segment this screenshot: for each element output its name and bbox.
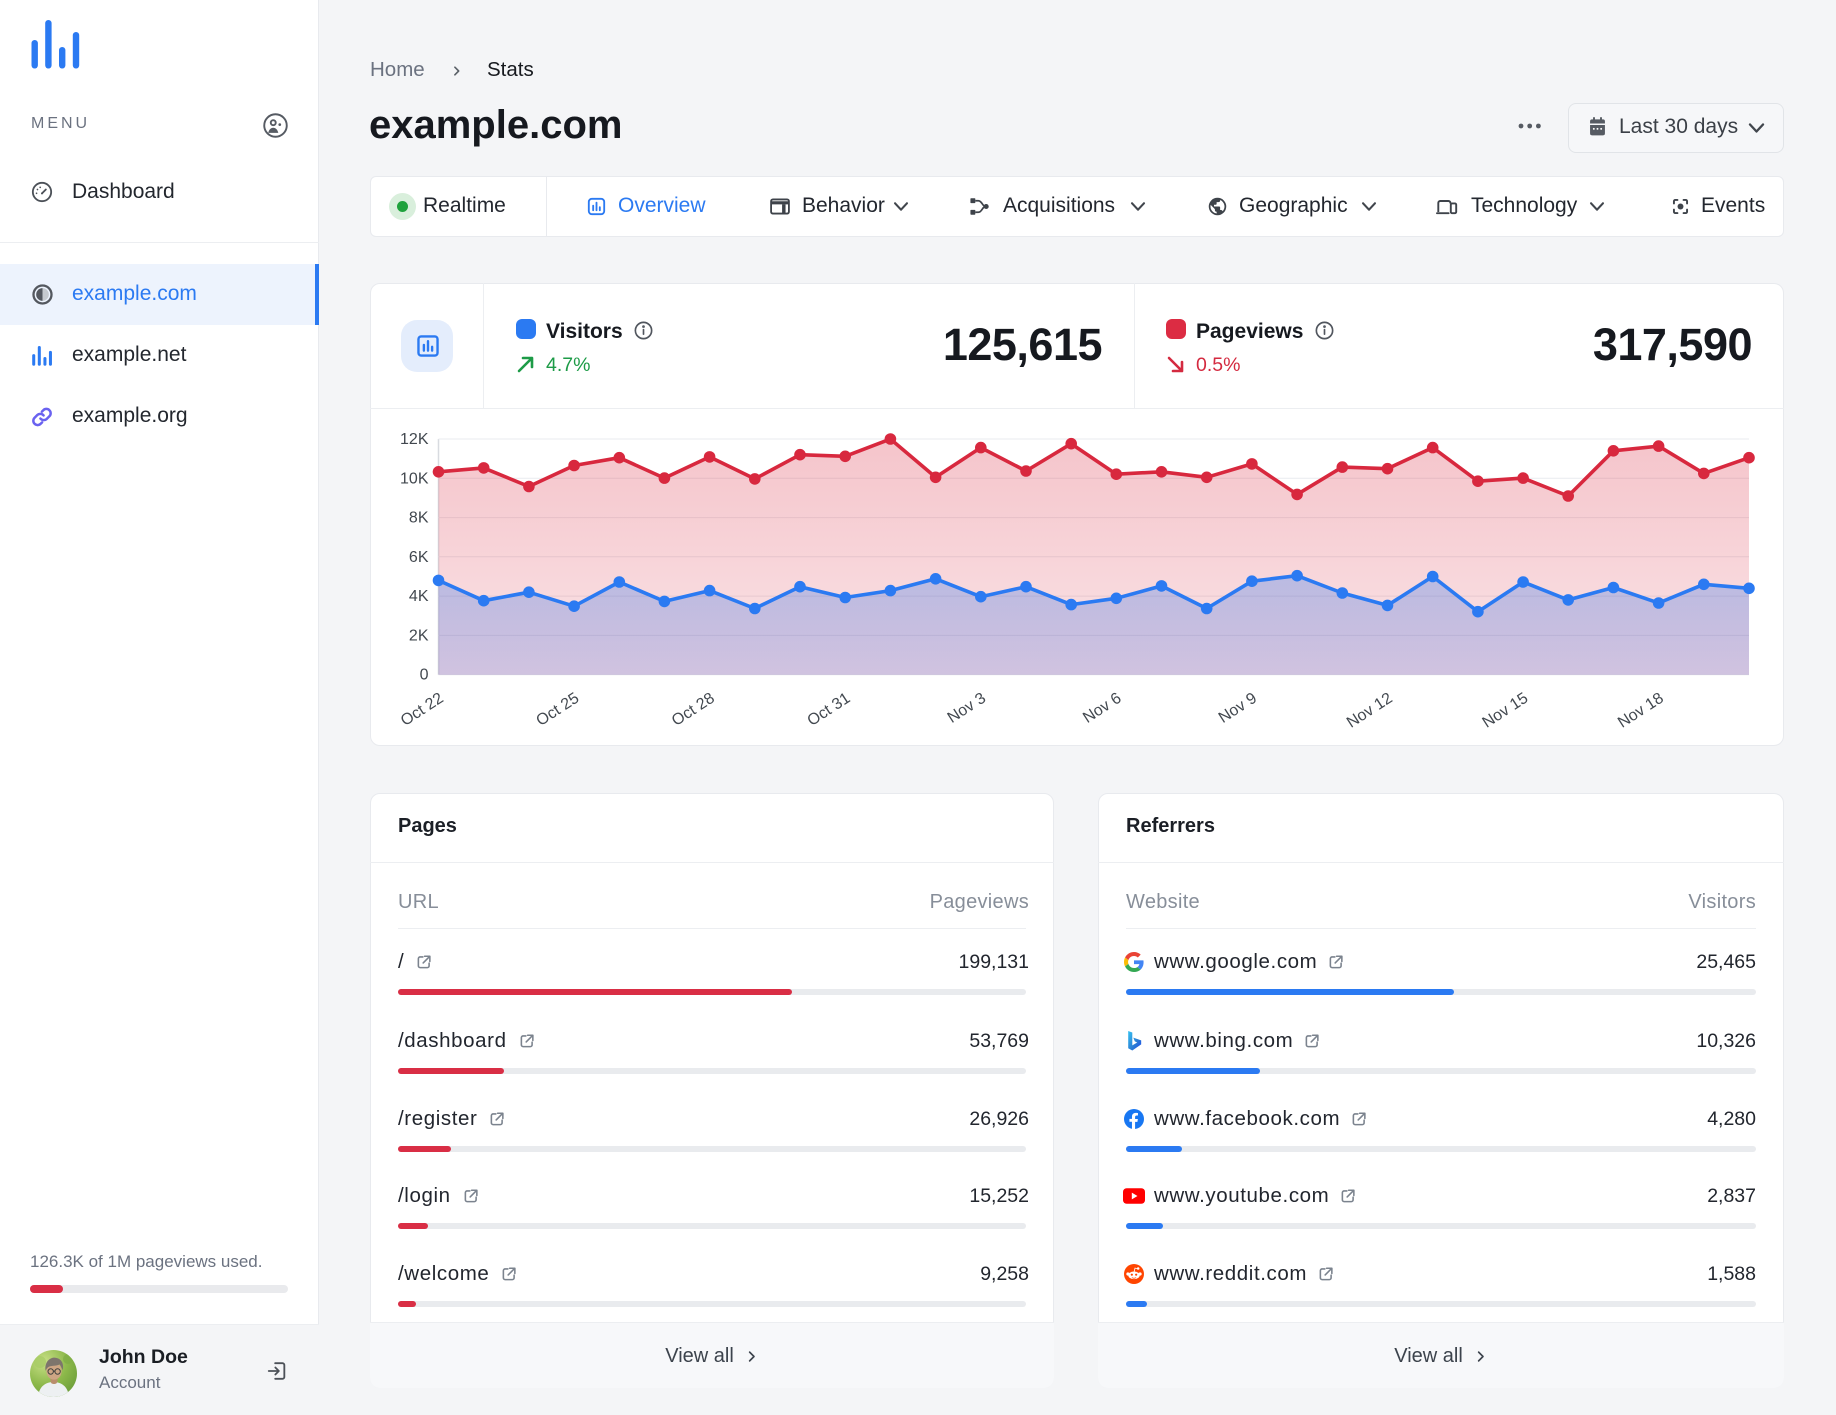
svg-text:Oct 25: Oct 25 — [533, 690, 582, 730]
svg-text:Nov 3: Nov 3 — [945, 690, 989, 727]
svg-text:Nov 9: Nov 9 — [1216, 690, 1260, 727]
svg-text:6K: 6K — [409, 549, 429, 566]
svg-text:Nov 12: Nov 12 — [1344, 690, 1396, 732]
svg-text:12K: 12K — [400, 431, 429, 448]
svg-text:Nov 6: Nov 6 — [1080, 690, 1124, 727]
svg-text:4K: 4K — [409, 588, 429, 605]
svg-text:8K: 8K — [409, 510, 429, 527]
svg-text:Oct 28: Oct 28 — [669, 690, 718, 730]
svg-text:Nov 15: Nov 15 — [1479, 690, 1531, 732]
svg-text:Nov 18: Nov 18 — [1615, 690, 1667, 732]
svg-text:Oct 22: Oct 22 — [398, 690, 447, 730]
svg-text:10K: 10K — [400, 470, 429, 487]
svg-text:Oct 31: Oct 31 — [805, 690, 854, 730]
svg-text:2K: 2K — [409, 627, 429, 644]
svg-text:0: 0 — [420, 667, 429, 684]
